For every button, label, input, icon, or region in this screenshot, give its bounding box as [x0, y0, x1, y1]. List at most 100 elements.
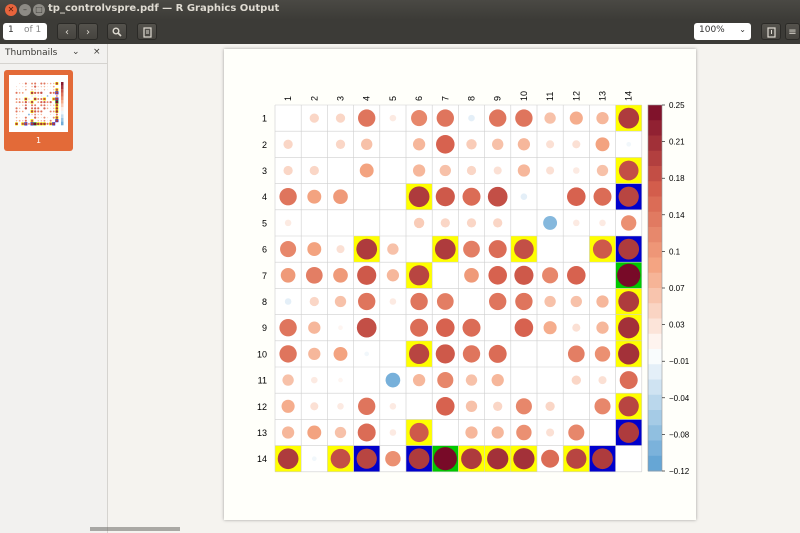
document-icon	[142, 27, 152, 38]
correlation-circle	[436, 397, 455, 416]
column-label: 2	[309, 96, 319, 101]
thumb-circle	[46, 101, 49, 104]
correlation-circle	[307, 189, 322, 204]
thumb-circle	[40, 95, 42, 97]
correlation-circle	[437, 372, 454, 389]
thumb-circle	[33, 97, 37, 101]
correlation-circle	[493, 401, 503, 411]
menu-button[interactable]: ≡	[785, 23, 800, 40]
correlation-circle	[596, 111, 609, 125]
thumb-circle	[18, 92, 21, 94]
correlation-circle	[546, 140, 555, 149]
thumb-circle	[18, 107, 21, 110]
thumb-circle	[28, 104, 30, 106]
cell-bg	[484, 314, 511, 341]
thumb-circle	[46, 95, 49, 97]
window-titlebar: ✕ – □ tp_controlvspre.pdf — R Graphics O…	[0, 0, 800, 20]
pdf-page: 1 1 2 2 3 3 4 4 5 5 6 6 7 7 8 8 9 9 10 10 11 11 12 12 13 13 14 14 0.…	[224, 49, 696, 520]
column-label: 4	[362, 96, 372, 101]
correlation-circle	[408, 343, 430, 365]
thumb-circle	[40, 104, 43, 107]
correlation-circle	[546, 428, 555, 437]
thumb-cell	[42, 113, 46, 117]
correlation-circle	[619, 371, 638, 390]
correlation-circle	[517, 164, 531, 177]
sidebar-mode-dropdown[interactable]: ⌄	[72, 47, 80, 57]
thumb-legend-swatch	[61, 114, 64, 119]
thumb-circle	[52, 110, 55, 113]
cell-bg	[510, 340, 537, 367]
correlation-circle	[465, 400, 478, 412]
correlation-circle	[336, 245, 345, 254]
maximize-window-button[interactable]: □	[33, 4, 45, 16]
correlation-plot: 112233445566778899101011111212131314140.…	[257, 91, 690, 476]
thumb-cell	[27, 88, 31, 92]
page-thumbnail[interactable]: 1	[4, 70, 73, 151]
correlation-circle	[516, 424, 532, 441]
thumb-cell	[46, 109, 50, 113]
thumb-circle	[30, 110, 34, 113]
column-label: 9	[493, 96, 503, 101]
search-button[interactable]	[107, 23, 127, 40]
thumb-circle	[37, 89, 39, 91]
thumb-circle	[21, 122, 24, 126]
correlation-circle	[515, 109, 533, 127]
correlation-circle	[357, 423, 376, 442]
thumb-legend-swatch	[61, 103, 64, 108]
correlation-circle	[543, 215, 558, 230]
legend-swatch	[648, 318, 662, 335]
save-button[interactable]	[761, 23, 781, 40]
annotations-button[interactable]	[137, 23, 157, 40]
close-window-button[interactable]: ✕	[5, 4, 17, 16]
thumb-circle	[37, 122, 40, 126]
correlation-circle	[280, 267, 296, 283]
correlation-circle	[596, 321, 609, 334]
thumb-circle	[18, 98, 21, 100]
previous-page-button[interactable]: ‹	[57, 23, 77, 40]
thumb-circle	[22, 120, 24, 122]
correlation-circle	[487, 186, 508, 207]
cell-bg	[327, 209, 354, 236]
correlation-circle	[621, 215, 637, 231]
correlation-circle	[282, 374, 294, 386]
cell-bg	[379, 340, 406, 367]
thumb-circle	[30, 100, 34, 104]
correlation-circle	[359, 163, 374, 178]
correlation-circle	[413, 217, 425, 229]
correlation-circle	[462, 345, 481, 363]
correlation-circle	[618, 422, 640, 443]
thumb-circle	[40, 97, 43, 101]
correlation-circle	[542, 267, 559, 284]
cell-bg	[537, 236, 564, 263]
close-sidebar-button[interactable]: ×	[93, 47, 101, 57]
correlation-circle	[309, 296, 319, 307]
correlation-circle	[435, 187, 455, 207]
thumb-circle	[28, 101, 30, 103]
thumb-circle	[43, 104, 46, 107]
next-page-button[interactable]: ›	[78, 23, 98, 40]
zoom-select[interactable]: 100% ⌄	[694, 23, 751, 40]
legend-tick-label: 0.07	[669, 284, 685, 293]
thumb-circle	[47, 86, 49, 88]
thumb-circle	[43, 101, 46, 104]
minimize-window-button[interactable]: –	[19, 4, 31, 16]
thumb-circle	[46, 122, 49, 125]
thumb-circle	[15, 113, 18, 116]
correlation-circle	[618, 317, 640, 339]
thumb-circle	[30, 122, 34, 126]
thumbnail-label: 1	[35, 136, 42, 145]
correlation-circle	[309, 165, 319, 176]
cell-bg	[537, 340, 564, 367]
legend-swatch	[648, 394, 662, 411]
thumb-circle	[15, 86, 18, 88]
thumb-cell	[30, 97, 34, 101]
toolbar: 1 of 1 ‹ › 100% ⌄ ≡	[0, 20, 800, 44]
correlation-circle	[618, 107, 640, 129]
page-number-field[interactable]: 1 of 1	[3, 23, 47, 40]
correlation-circle	[493, 166, 502, 175]
cell-bg	[563, 393, 590, 420]
cell-bg	[615, 445, 642, 472]
thumb-circle	[15, 110, 18, 113]
chevron-left-icon: ‹	[65, 27, 69, 38]
current-page-value[interactable]: 1	[8, 25, 14, 35]
